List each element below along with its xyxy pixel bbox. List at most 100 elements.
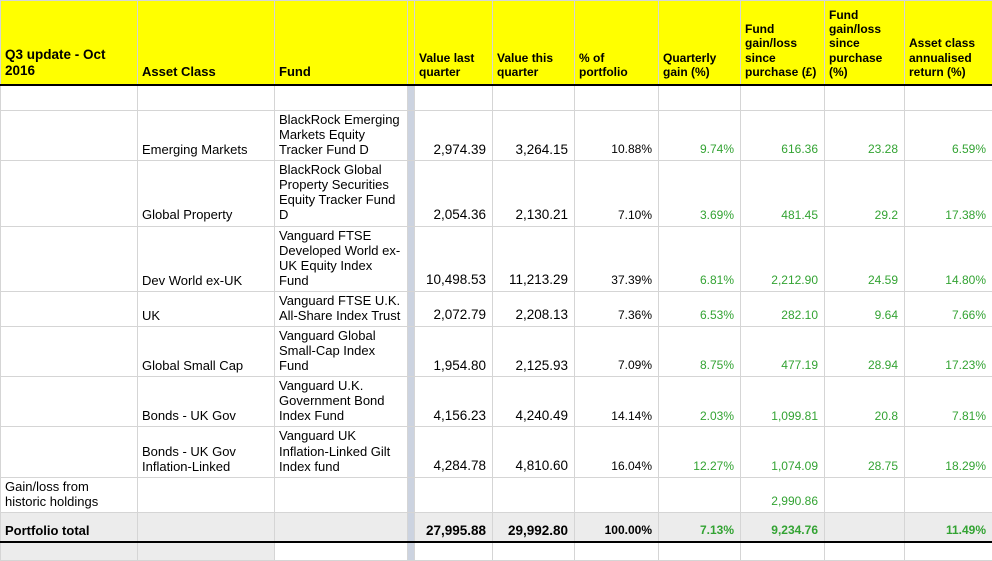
cell[interactable] — [575, 85, 659, 111]
cell-pct-portfolio[interactable]: 7.36% — [575, 291, 659, 326]
cell-value-this[interactable]: 3,264.15 — [493, 111, 575, 161]
cell-annualised[interactable]: 6.59% — [905, 111, 992, 161]
cell-gain-gbp[interactable]: 481.45 — [741, 161, 825, 226]
cell-value-last[interactable]: 4,156.23 — [415, 377, 493, 427]
cell-quarterly-gain[interactable]: 6.81% — [659, 226, 741, 291]
header-quarterly-gain[interactable]: Quarterly gain (%) — [659, 1, 741, 85]
cell-asset-class[interactable]: Bonds - UK Gov Inflation-Linked — [138, 427, 275, 477]
cell-quarterly-gain[interactable]: 8.75% — [659, 327, 741, 377]
cell[interactable] — [1, 111, 138, 161]
cell-value-last[interactable]: 4,284.78 — [415, 427, 493, 477]
cell[interactable] — [1, 291, 138, 326]
cell[interactable] — [659, 477, 741, 512]
cell-annualised[interactable]: 7.66% — [905, 291, 992, 326]
cell[interactable] — [825, 477, 905, 512]
cell[interactable] — [575, 477, 659, 512]
cell[interactable] — [1, 542, 138, 560]
cell-gain-gbp[interactable]: 1,074.09 — [741, 427, 825, 477]
cell-pct-portfolio[interactable]: 37.39% — [575, 226, 659, 291]
cell-total-value-this[interactable]: 29,992.80 — [493, 512, 575, 542]
header-fund[interactable]: Fund — [275, 1, 408, 85]
cell-pct-portfolio[interactable]: 7.10% — [575, 161, 659, 226]
cell-total-annualised[interactable]: 11.49% — [905, 512, 992, 542]
cell-value-last[interactable]: 2,072.79 — [415, 291, 493, 326]
cell-value-this[interactable]: 4,240.49 — [493, 377, 575, 427]
header-fund-gain-gbp[interactable]: Fund gain/loss since purchase (£) — [741, 1, 825, 85]
cell-gain-gbp[interactable]: 2,212.90 — [741, 226, 825, 291]
header-pct-of-portfolio[interactable]: % of portfolio — [575, 1, 659, 85]
cell-fund-name[interactable]: BlackRock Global Property Securities Equ… — [275, 161, 408, 226]
cell-value-this[interactable]: 2,130.21 — [493, 161, 575, 226]
cell-annualised[interactable]: 17.23% — [905, 327, 992, 377]
cell-total-label[interactable]: Portfolio total — [1, 512, 138, 542]
cell[interactable] — [138, 512, 275, 542]
cell[interactable] — [493, 85, 575, 111]
cell-annualised[interactable]: 17.38% — [905, 161, 992, 226]
cell-pct-portfolio[interactable]: 16.04% — [575, 427, 659, 477]
cell[interactable] — [825, 85, 905, 111]
cell[interactable] — [1, 161, 138, 226]
cell-historic-gain-gbp[interactable]: 2,990.86 — [741, 477, 825, 512]
cell[interactable] — [275, 512, 408, 542]
cell-quarterly-gain[interactable]: 9.74% — [659, 111, 741, 161]
cell[interactable] — [741, 85, 825, 111]
cell-value-this[interactable]: 11,213.29 — [493, 226, 575, 291]
cell-asset-class[interactable]: Bonds - UK Gov — [138, 377, 275, 427]
cell-value-this[interactable]: 2,125.93 — [493, 327, 575, 377]
cell-total-value-last[interactable]: 27,995.88 — [415, 512, 493, 542]
cell-gain-pct[interactable]: 9.64 — [825, 291, 905, 326]
cell[interactable] — [275, 85, 408, 111]
cell-gain-gbp[interactable]: 1,099.81 — [741, 377, 825, 427]
cell-gain-pct[interactable]: 29.2 — [825, 161, 905, 226]
header-value-this-quarter[interactable]: Value this quarter — [493, 1, 575, 85]
cell-annualised[interactable]: 18.29% — [905, 427, 992, 477]
cell-quarterly-gain[interactable]: 6.53% — [659, 291, 741, 326]
cell-asset-class[interactable]: Global Property — [138, 161, 275, 226]
cell-quarterly-gain[interactable]: 3.69% — [659, 161, 741, 226]
cell[interactable] — [138, 542, 275, 560]
cell[interactable] — [825, 542, 905, 560]
cell[interactable] — [1, 427, 138, 477]
cell[interactable] — [1, 226, 138, 291]
cell-fund-name[interactable]: Vanguard U.K. Government Bond Index Fund — [275, 377, 408, 427]
cell[interactable] — [138, 477, 275, 512]
cell[interactable] — [275, 542, 408, 560]
cell-historic-label[interactable]: Gain/loss from historic holdings — [1, 477, 138, 512]
cell-value-last[interactable]: 10,498.53 — [415, 226, 493, 291]
cell-pct-portfolio[interactable]: 14.14% — [575, 377, 659, 427]
cell[interactable] — [415, 542, 493, 560]
cell[interactable] — [575, 542, 659, 560]
cell-fund-name[interactable]: Vanguard UK Inflation-Linked Gilt Index … — [275, 427, 408, 477]
sheet-title[interactable]: Q3 update - Oct 2016 — [1, 1, 138, 85]
cell[interactable] — [415, 85, 493, 111]
cell-quarterly-gain[interactable]: 2.03% — [659, 377, 741, 427]
header-value-last-quarter[interactable]: Value last quarter — [415, 1, 493, 85]
cell-gain-gbp[interactable]: 282.10 — [741, 291, 825, 326]
cell[interactable] — [905, 542, 992, 560]
cell-quarterly-gain[interactable]: 12.27% — [659, 427, 741, 477]
cell[interactable] — [275, 477, 408, 512]
cell-gain-gbp[interactable]: 616.36 — [741, 111, 825, 161]
cell-gain-pct[interactable]: 28.94 — [825, 327, 905, 377]
cell[interactable] — [493, 477, 575, 512]
cell-annualised[interactable]: 7.81% — [905, 377, 992, 427]
cell-pct-portfolio[interactable]: 10.88% — [575, 111, 659, 161]
cell-fund-name[interactable]: Vanguard FTSE U.K. All-Share Index Trust — [275, 291, 408, 326]
cell-annualised[interactable]: 14.80% — [905, 226, 992, 291]
cell[interactable] — [1, 377, 138, 427]
cell-asset-class[interactable]: Dev World ex-UK — [138, 226, 275, 291]
cell-gain-pct[interactable]: 20.8 — [825, 377, 905, 427]
cell[interactable] — [825, 512, 905, 542]
header-fund-gain-pct[interactable]: Fund gain/loss since purchase (%) — [825, 1, 905, 85]
header-annualised-return[interactable]: Asset class annualised return (%) — [905, 1, 992, 85]
cell-gain-pct[interactable]: 24.59 — [825, 226, 905, 291]
cell-asset-class[interactable]: Emerging Markets — [138, 111, 275, 161]
cell-total-quarterly-gain[interactable]: 7.13% — [659, 512, 741, 542]
cell-pct-portfolio[interactable]: 7.09% — [575, 327, 659, 377]
cell[interactable] — [493, 542, 575, 560]
cell[interactable] — [138, 85, 275, 111]
cell-value-last[interactable]: 1,954.80 — [415, 327, 493, 377]
cell-value-last[interactable]: 2,974.39 — [415, 111, 493, 161]
cell[interactable] — [659, 542, 741, 560]
cell[interactable] — [905, 477, 992, 512]
